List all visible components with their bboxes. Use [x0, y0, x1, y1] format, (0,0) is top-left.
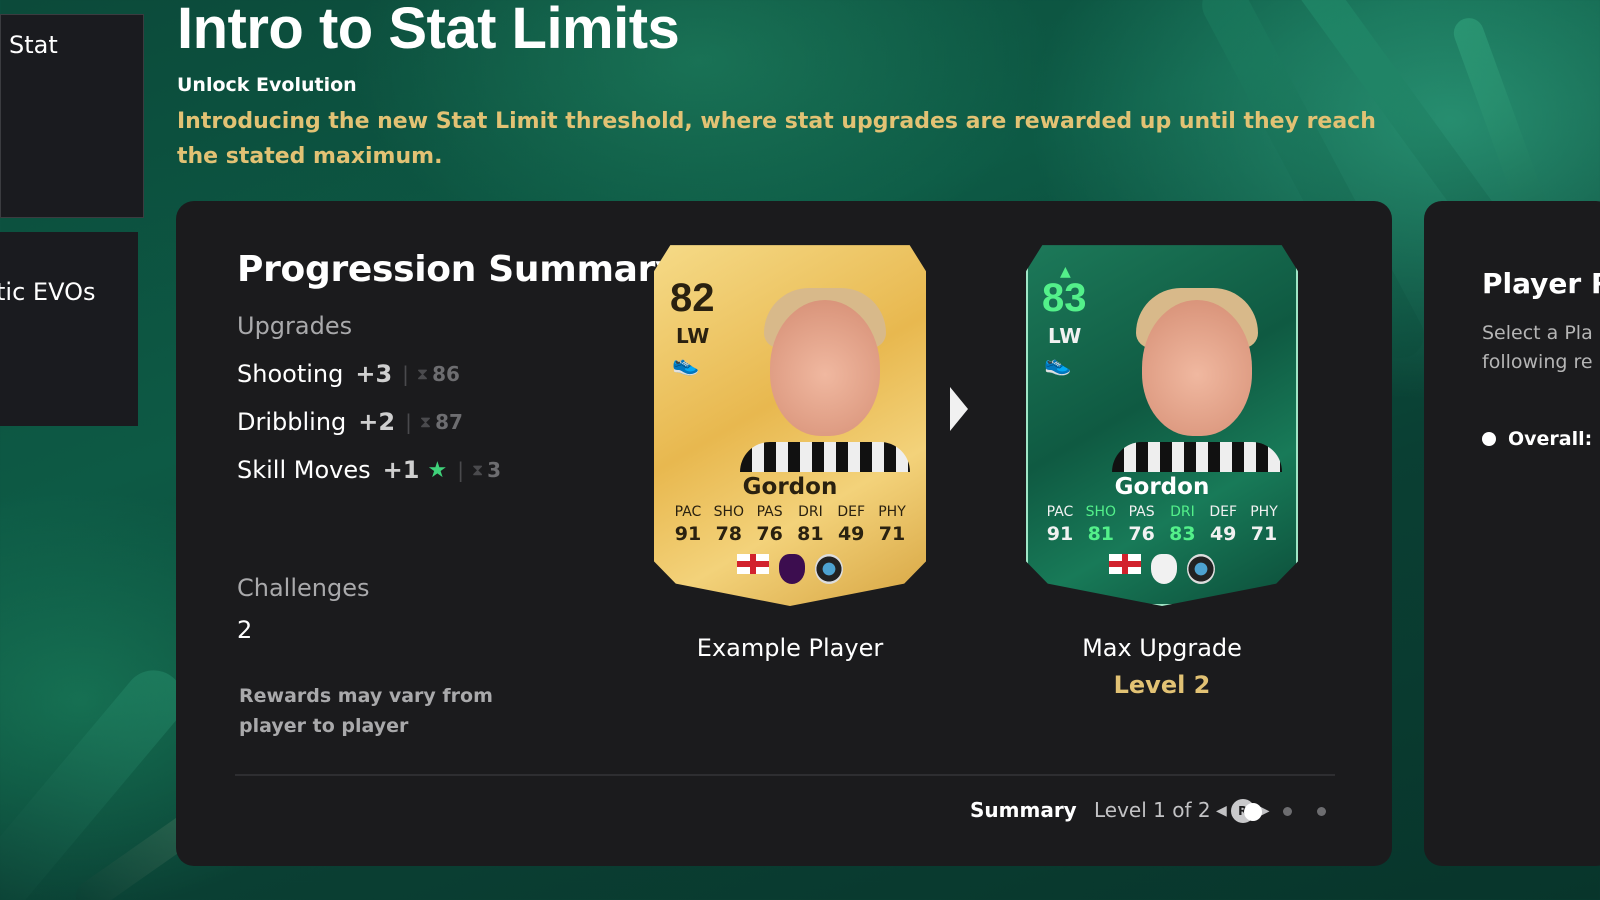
stat-def: DEF 49 [837, 504, 866, 545]
arrow-right-icon [950, 387, 968, 431]
stat-pac: PAC 91 [1046, 504, 1074, 545]
upgrade-name: Dribbling [237, 408, 347, 436]
upgrades-label: Upgrades [237, 312, 353, 340]
rewards-note: Rewards may vary from player to player [239, 685, 493, 737]
header: Intro to Stat Limits Unlock Evolution In… [177, 0, 1377, 174]
max-upgrade-level: Level 2 [1113, 671, 1211, 699]
upgrade-row: Dribbling +2 | ⧗ 87 [237, 408, 463, 436]
player-card-example[interactable]: 82 LW 👟 Gordon PAC 91 SHO 78 PAS 76 DRI 81 D… [654, 234, 926, 606]
newcastle-crest-icon [1187, 554, 1215, 584]
player-requirements-title: Player R [1482, 267, 1600, 300]
premier-league-icon [1151, 554, 1177, 584]
newcastle-crest-icon [815, 554, 843, 584]
player-requirements-description: Select a Pla following re [1482, 322, 1593, 373]
bullet-icon [1482, 432, 1496, 446]
upgrade-amount: +2 [358, 408, 396, 436]
page-dot-active[interactable] [1244, 803, 1262, 821]
player-rating: 82 [670, 276, 715, 320]
separator: | [402, 362, 409, 386]
chevron-left-icon[interactable]: ◀ [1216, 803, 1227, 819]
player-name: Gordon [1114, 474, 1210, 500]
sidebar-tile-evos[interactable]: tic EVOs [0, 232, 138, 426]
upgrade-amount: +1 [382, 456, 420, 484]
stat-dri-upgraded: DRI 83 [1169, 504, 1196, 545]
panel-footer: Summary Level 1 of 2 ◀ R ▶ [176, 783, 1392, 833]
divider [235, 774, 1335, 776]
page-description: Introducing the new Stat Limit threshold… [177, 109, 1376, 169]
progression-panel: Progression Summary Upgrades Shooting +3… [176, 201, 1392, 866]
upgrade-row: Shooting +3 | ⧗ 86 [237, 360, 460, 388]
boot-icon: 👟 [672, 352, 700, 377]
stat-pac: PAC 91 [674, 504, 702, 545]
stat-limit-icon: ⧗ [471, 460, 484, 479]
page-subtitle: Unlock Evolution [177, 74, 357, 96]
page-dot[interactable] [1317, 807, 1326, 816]
example-player-caption: Example Player [696, 634, 884, 662]
sidebar-tile-label: Stat [9, 31, 58, 59]
challenges-label: Challenges [237, 574, 370, 602]
challenges-value: 2 [237, 616, 253, 644]
stat-def: DEF 49 [1209, 504, 1238, 545]
upgrade-amount: +3 [355, 360, 393, 388]
england-flag-icon [737, 554, 769, 574]
player-card-max-upgrade[interactable]: ▲ 83 LW 👟 Gordon PAC 91 SHO 81 PAS 76 DRI 83… [1026, 234, 1298, 606]
player-name: Gordon [742, 474, 838, 500]
player-rating: 83 [1042, 276, 1087, 320]
page-dot[interactable] [1283, 807, 1292, 816]
player-position: LW [1048, 324, 1082, 348]
upgrade-row: Skill Moves +1 ★ | ⧗ 3 [237, 456, 501, 484]
boot-icon: 👟 [1044, 352, 1072, 377]
stat-sho: SHO 78 [713, 504, 745, 545]
stat-phy: PHY 71 [1250, 504, 1278, 545]
stat-pas: PAS 76 [1128, 504, 1155, 545]
sidebar-tile-stat[interactable]: Stat [0, 14, 144, 218]
requirement-label: Overall: [1508, 428, 1593, 450]
upgrade-cap: 87 [435, 410, 463, 434]
stat-pas: PAS 76 [756, 504, 783, 545]
stat-limit-icon: ⧗ [419, 412, 432, 431]
upgrade-name: Skill Moves [237, 456, 371, 484]
upgrade-cap: 3 [487, 458, 502, 482]
sidebar-tile-label: tic EVOs [0, 278, 96, 306]
player-requirements-panel: Player R Select a Pla following re Overa… [1424, 201, 1600, 866]
premier-league-icon [779, 554, 805, 584]
page-title: Intro to Stat Limits [177, 0, 680, 61]
england-flag-icon [1109, 554, 1141, 574]
footer-level-indicator: Level 1 of 2 [1094, 798, 1211, 822]
player-portrait [1106, 264, 1286, 472]
upgrade-cap: 86 [432, 362, 460, 386]
progression-summary-title: Progression Summary [237, 249, 679, 290]
card-badges [1026, 554, 1298, 584]
stat-limit-icon: ⧗ [416, 364, 429, 383]
stat-dri: DRI 81 [797, 504, 824, 545]
separator: | [405, 410, 412, 434]
player-stats: PAC 91 SHO 78 PAS 76 DRI 81 DEF 49 PHY 71 [668, 504, 912, 545]
upgrade-name: Shooting [237, 360, 344, 388]
separator: | [457, 458, 464, 482]
star-icon: ★ [427, 457, 448, 483]
player-portrait [734, 264, 914, 472]
player-position: LW [676, 324, 710, 348]
card-badges [654, 554, 926, 584]
max-upgrade-caption: Max Upgrade [1082, 634, 1242, 662]
requirement-item: Overall: [1482, 428, 1592, 450]
background-decoration [0, 658, 196, 900]
stat-phy: PHY 71 [878, 504, 906, 545]
player-stats: PAC 91 SHO 81 PAS 76 DRI 83 DEF 49 PHY 71 [1040, 504, 1284, 545]
stat-sho-upgraded: SHO 81 [1085, 504, 1117, 545]
footer-summary-label: Summary [970, 798, 1077, 822]
